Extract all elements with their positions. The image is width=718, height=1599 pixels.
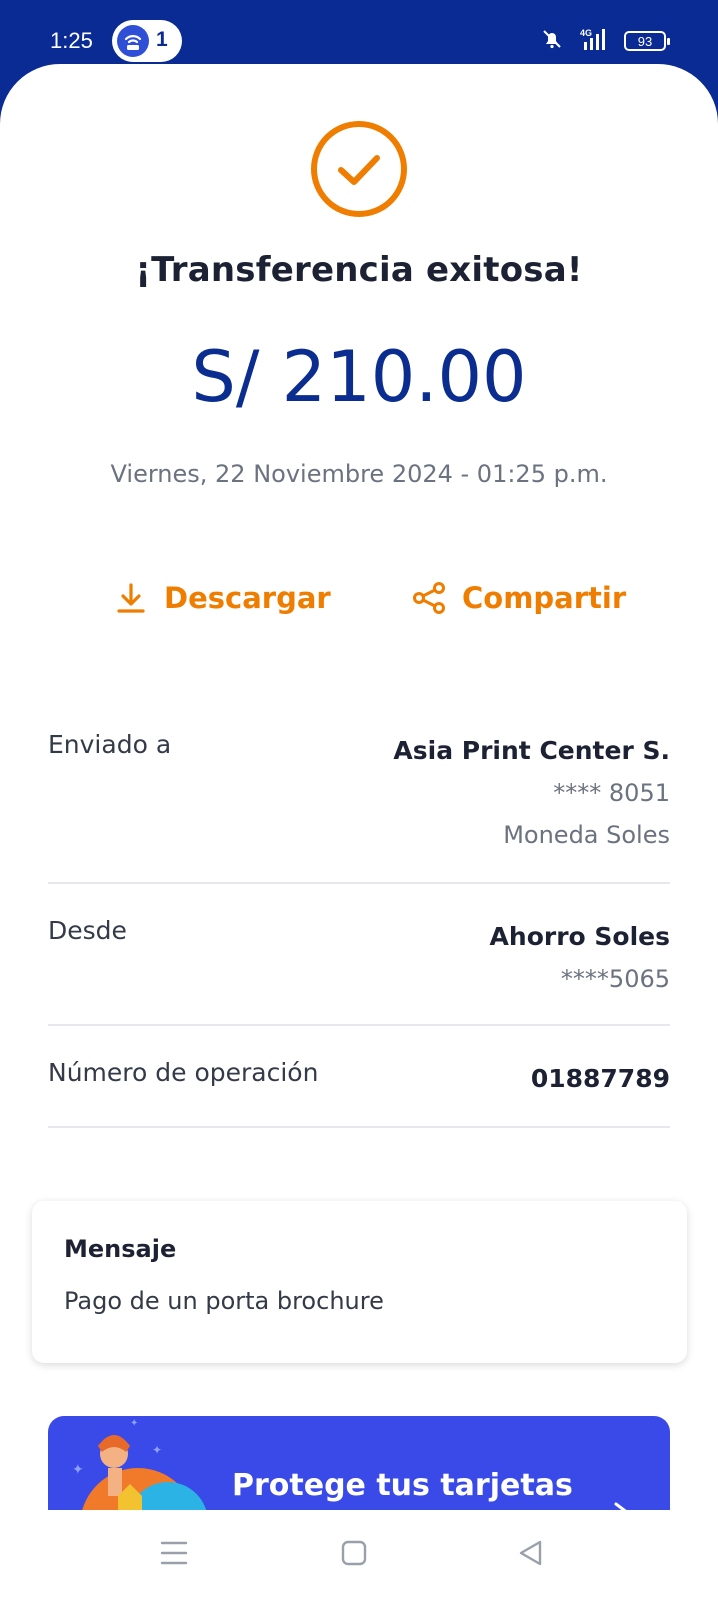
- back-triangle-icon[interactable]: [516, 1538, 544, 1568]
- check-circle-icon: [311, 121, 407, 217]
- signal-4g-icon: 4G: [574, 26, 614, 56]
- battery-icon: 93: [624, 31, 670, 51]
- message-body: Pago de un porta brochure: [64, 1287, 384, 1315]
- promo-illustration: ✦ ✦ ✦: [72, 1418, 207, 1512]
- home-square-icon[interactable]: [340, 1538, 368, 1568]
- svg-text:✦: ✦: [72, 1462, 84, 1478]
- from-label: Desde: [48, 916, 127, 945]
- source-account-number: ****5065: [560, 965, 670, 993]
- operation-label: Número de operación: [48, 1058, 319, 1087]
- receipt-sheet: ¡Transferencia exitosa! S/ 210.00 Vierne…: [0, 64, 718, 1599]
- from-values: Ahorro Soles ****5065: [490, 916, 670, 1000]
- message-card: Mensaje Pago de un porta brochure: [32, 1201, 687, 1363]
- divider: [48, 882, 670, 884]
- svg-text:4G: 4G: [580, 28, 592, 38]
- operation-values: 01887789: [531, 1058, 670, 1100]
- download-button[interactable]: Descargar: [114, 576, 331, 620]
- download-label: Descargar: [164, 581, 331, 615]
- sent-to-label: Enviado a: [48, 730, 172, 759]
- from-row: Desde Ahorro Soles ****5065: [48, 916, 670, 1006]
- system-nav-bar: [0, 1510, 718, 1599]
- promo-text: Protege tus tarjetas: [232, 1468, 573, 1503]
- status-icons: 4G 93: [540, 25, 670, 57]
- transfer-datetime: Viernes, 22 Noviembre 2024 - 01:25 p.m.: [110, 460, 608, 488]
- share-icon: [413, 582, 445, 614]
- svg-text:✦: ✦: [130, 1418, 138, 1429]
- recipient-name: Asia Print Center S.: [393, 736, 670, 765]
- operation-number: 01887789: [530, 1064, 670, 1093]
- wifi-hotspot-icon: [117, 25, 149, 57]
- message-title: Mensaje: [64, 1235, 177, 1263]
- share-button[interactable]: Compartir: [412, 576, 626, 620]
- promo-banner[interactable]: ✦ ✦ ✦ Protege tus tarjetas: [48, 1416, 670, 1512]
- divider: [48, 1126, 670, 1128]
- operation-row: Número de operación 01887789: [48, 1058, 670, 1108]
- download-icon: [117, 583, 145, 613]
- recipient-account: **** 8051: [553, 779, 670, 807]
- notification-count: 1: [156, 28, 168, 51]
- transfer-amount: S/ 210.00: [191, 336, 527, 418]
- hotspot-notification[interactable]: 1: [112, 20, 182, 62]
- svg-text:✦: ✦: [152, 1443, 162, 1457]
- status-time: 1:25: [50, 28, 93, 53]
- menu-icon[interactable]: [160, 1538, 188, 1568]
- mute-bell-icon: [540, 27, 564, 55]
- sent-to-row: Enviado a Asia Print Center S. **** 8051…: [48, 730, 670, 860]
- success-title: ¡Transferencia exitosa!: [135, 250, 583, 290]
- recipient-currency: Moneda Soles: [503, 821, 670, 849]
- source-account-name: Ahorro Soles: [489, 922, 670, 951]
- sent-to-values: Asia Print Center S. **** 8051 Moneda So…: [393, 730, 670, 856]
- divider: [48, 1024, 670, 1026]
- share-label: Compartir: [462, 581, 627, 615]
